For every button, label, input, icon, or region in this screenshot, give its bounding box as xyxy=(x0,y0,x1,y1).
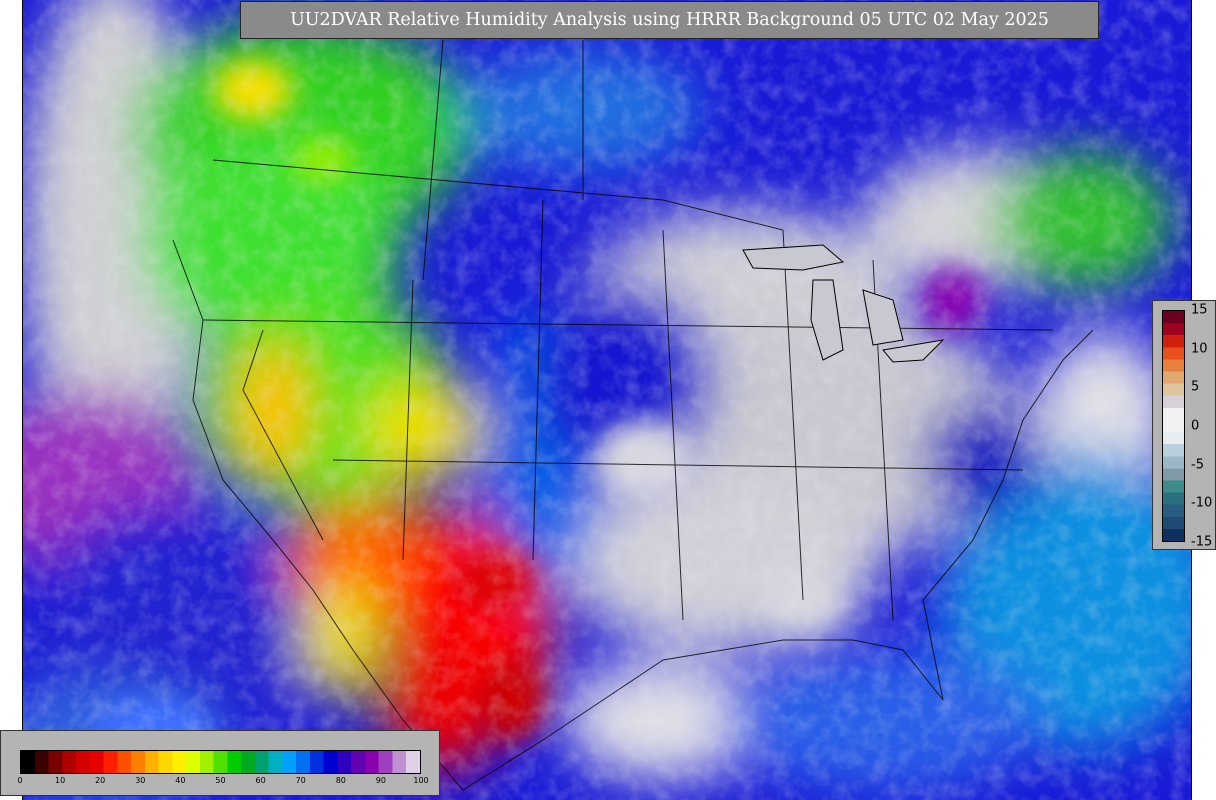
map-title: UU2DVAR Relative Humidity Analysis using… xyxy=(240,1,1099,39)
difference-colorbar xyxy=(1162,310,1185,542)
difference-colorbar-panel: 15 10 5 0 -5 -10 -15 xyxy=(1152,300,1216,550)
rh-tick-label: 70 xyxy=(295,776,306,785)
rh-tick-label: 90 xyxy=(375,776,386,785)
difference-tick-label: 5 xyxy=(1191,379,1200,395)
difference-tick-label: 0 xyxy=(1191,418,1200,434)
rh-colorbar xyxy=(20,750,421,774)
rh-tick-label: 80 xyxy=(335,776,346,785)
rh-tick-label: 60 xyxy=(255,776,266,785)
rh-tick-label: 100 xyxy=(413,776,429,785)
rh-map-canvas xyxy=(23,0,1191,800)
difference-tick-label: -15 xyxy=(1191,534,1213,550)
speckle-texture xyxy=(23,0,1191,800)
difference-tick-label: 15 xyxy=(1191,302,1208,318)
rh-analysis-map xyxy=(22,0,1192,800)
rh-colorbar-panel: 0 10 20 30 40 50 60 70 80 90 100 xyxy=(0,730,440,796)
rh-tick-label: 30 xyxy=(135,776,146,785)
difference-tick-label: 10 xyxy=(1191,341,1208,357)
rh-tick-label: 10 xyxy=(55,776,66,785)
rh-tick-label: 50 xyxy=(215,776,226,785)
rh-tick-label: 40 xyxy=(175,776,186,785)
difference-tick-label: -5 xyxy=(1191,457,1204,473)
difference-tick-label: -10 xyxy=(1191,495,1213,511)
rh-tick-label: 20 xyxy=(95,776,106,785)
rh-tick-label: 0 xyxy=(17,776,23,785)
